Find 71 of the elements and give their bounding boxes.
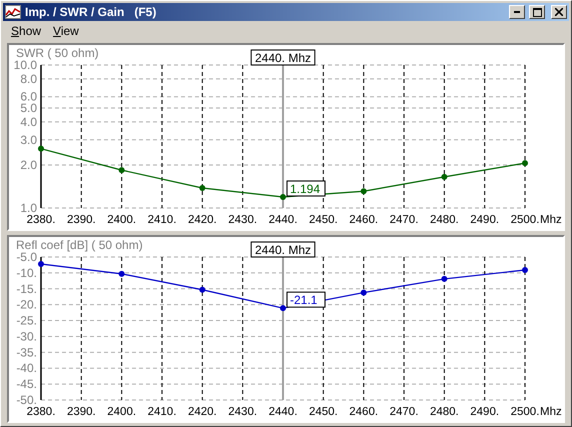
- x-tick-label: 2460.: [349, 406, 378, 417]
- y-tick-label: -20.: [16, 298, 37, 312]
- x-axis-unit: Mhz: [540, 214, 562, 225]
- x-tick-label: 2480.: [430, 214, 459, 225]
- x-tick-label: 2470.: [390, 214, 418, 225]
- close-button[interactable]: [551, 5, 567, 19]
- y-tick-label: 8.0: [20, 72, 37, 86]
- data-point: [38, 261, 44, 267]
- y-tick-label: 6.0: [20, 90, 37, 104]
- x-tick-label: 2490.: [470, 214, 500, 225]
- data-point: [522, 267, 528, 274]
- x-tick-label: 2440.: [268, 406, 298, 417]
- annotation: -21.1: [290, 293, 318, 308]
- x-tick-label: 2490.: [470, 406, 500, 417]
- x-tick-label: 2470.: [390, 406, 418, 417]
- y-tick-label: -5.0: [16, 250, 37, 264]
- value-label: 1.194: [286, 180, 326, 196]
- annotation: 2440. Mhz: [254, 243, 312, 257]
- y-tick-label: 5.0: [20, 101, 37, 116]
- data-point: [199, 286, 206, 293]
- minimize-button[interactable]: [509, 5, 525, 19]
- chart-title: Refl coef [dB] ( 50 ohm): [16, 238, 143, 252]
- y-tick-label: -15.: [16, 282, 37, 296]
- y-tick-label: -45.: [16, 377, 37, 392]
- x-tick-label: 2480.: [430, 406, 459, 417]
- x-tick-label: 2410.: [148, 214, 176, 225]
- y-tick-label: 10.0: [14, 58, 37, 72]
- x-tick-label: 2380.: [26, 214, 56, 225]
- maximize-button[interactable]: [529, 5, 545, 19]
- data-point: [360, 290, 367, 296]
- menu-item[interactable]: Show: [5, 22, 48, 40]
- data-point: [280, 305, 286, 312]
- x-tick-label: 2410.: [148, 406, 176, 417]
- x-tick-label: 2400.: [107, 406, 136, 417]
- value-label: -21.1: [286, 292, 326, 308]
- x-tick-label: 2380.: [26, 406, 56, 417]
- close-icon: [555, 8, 563, 16]
- x-tick-label: 2430.: [228, 406, 258, 417]
- y-tick-label: 4.0: [20, 114, 37, 129]
- chart-title: SWR ( 50 ohm): [16, 46, 99, 60]
- data-point: [118, 270, 125, 277]
- maximize-icon: [532, 8, 542, 16]
- x-tick-label: 2500.: [510, 214, 540, 225]
- cursor-label: 2440. Mhz: [250, 50, 316, 66]
- x-axis-unit: Mhz: [540, 406, 562, 417]
- y-tick-label: 2.0: [20, 158, 37, 172]
- x-tick-label: 2430.: [228, 214, 258, 225]
- y-tick-label: -40.: [16, 361, 37, 376]
- y-tick-label: 1.0: [20, 201, 37, 215]
- x-tick-label: 2460.: [349, 214, 378, 225]
- x-tick-label: 2390.: [66, 214, 96, 225]
- menu-item[interactable]: View: [47, 22, 85, 40]
- x-tick-label: 2390.: [66, 406, 96, 417]
- x-tick-label: 2450.: [308, 406, 338, 417]
- data-point: [441, 276, 448, 282]
- y-tick-label: 3.0: [20, 132, 37, 147]
- x-tick-label: 2450.: [308, 214, 338, 225]
- x-tick-label: 2440.: [268, 214, 298, 225]
- y-tick-label: -25.: [16, 314, 37, 328]
- y-tick-label: -50.: [16, 393, 37, 407]
- minimize-icon: [514, 11, 520, 13]
- y-tick-label: -35.: [16, 345, 37, 360]
- y-tick-label: -30.: [16, 329, 37, 344]
- x-tick-label: 2420.: [188, 406, 217, 417]
- x-tick-label: 2500.: [510, 406, 540, 417]
- x-tick-label: 2420.: [188, 214, 217, 225]
- chart-app-icon: [5, 5, 21, 19]
- cursor-label: 2440. Mhz: [250, 242, 316, 258]
- y-tick-label: -10.: [16, 266, 37, 280]
- x-tick-label: 2400.: [107, 214, 136, 225]
- window-title: Imp. / SWR / Gain (F5): [25, 5, 158, 19]
